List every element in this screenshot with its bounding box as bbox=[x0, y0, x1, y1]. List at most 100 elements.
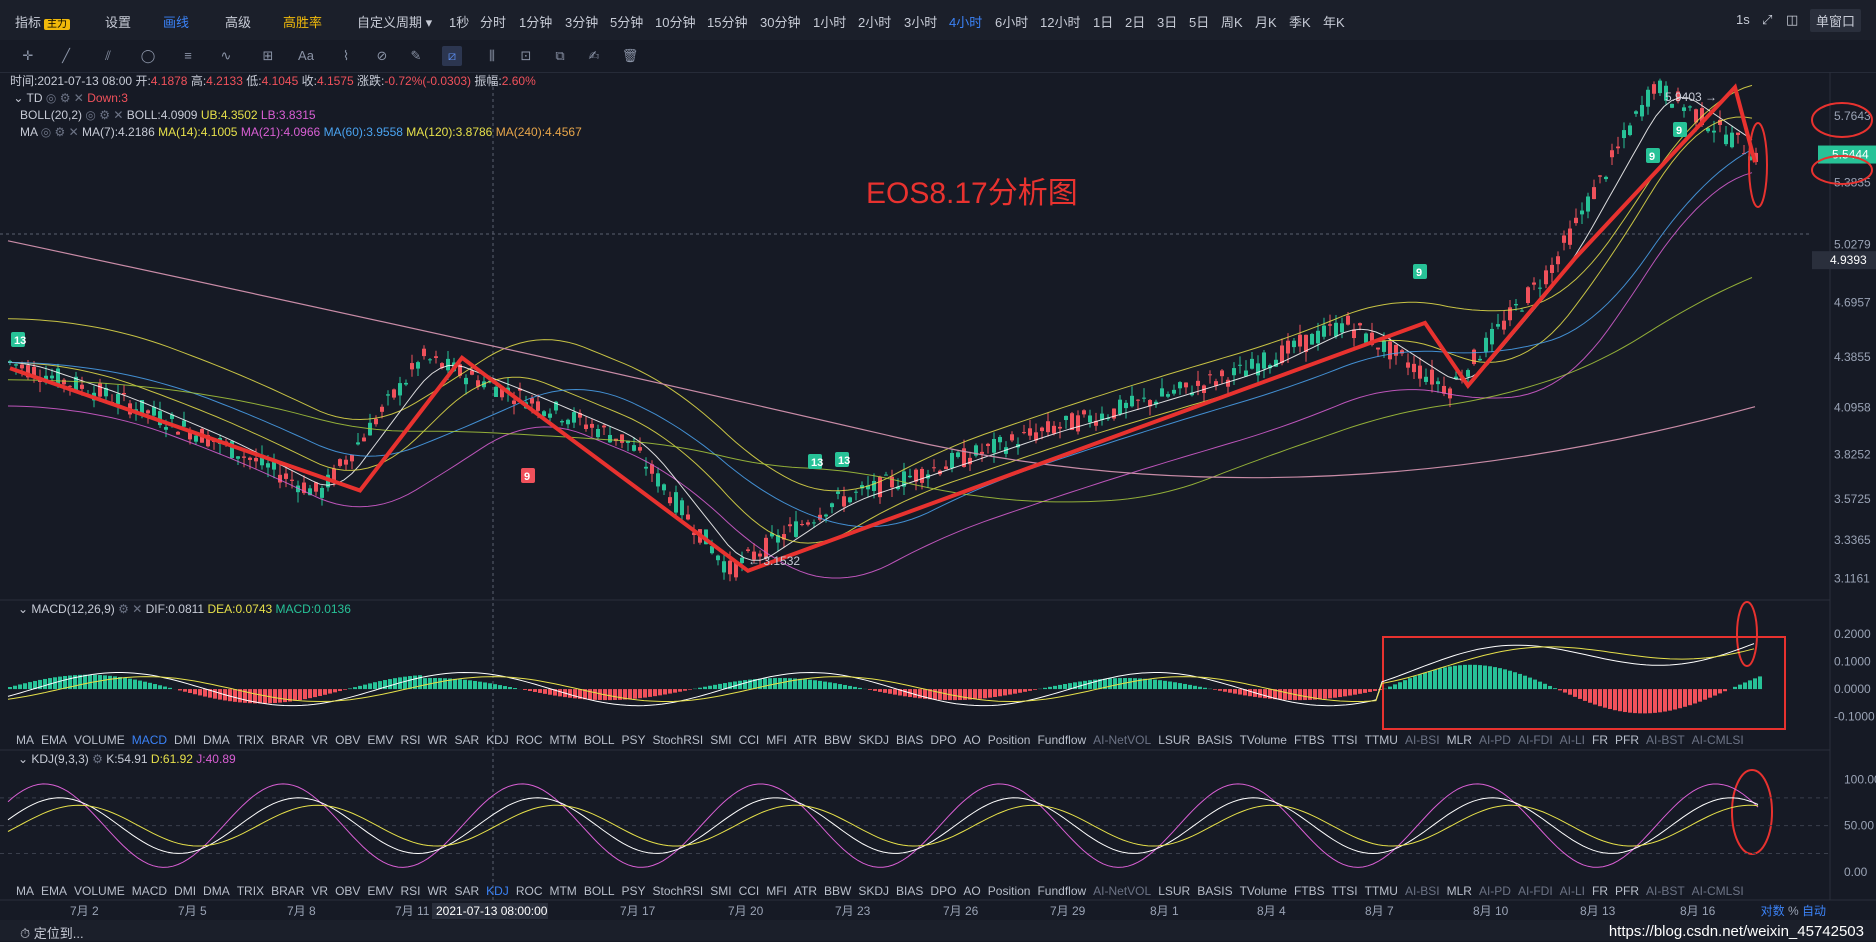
indicator-tab[interactable]: MFI bbox=[766, 733, 787, 747]
ma-name[interactable]: MA bbox=[20, 125, 37, 139]
indicator-tab[interactable]: MLR bbox=[1447, 733, 1472, 747]
indicator-tab[interactable]: RSI bbox=[400, 733, 420, 747]
indicator-tab[interactable]: WR bbox=[427, 884, 447, 898]
indicator-tab[interactable]: BIAS bbox=[896, 884, 923, 898]
macd-name[interactable]: MACD(12,26,9) bbox=[31, 602, 114, 616]
indicator-tab[interactable]: TTSI bbox=[1332, 884, 1358, 898]
indicator-tab[interactable]: FR bbox=[1592, 884, 1608, 898]
indicator-tab[interactable]: AI-FDI bbox=[1518, 733, 1553, 747]
boll-name[interactable]: BOLL(20,2) bbox=[20, 108, 82, 122]
indicator-tab[interactable]: AI-LI bbox=[1560, 884, 1585, 898]
close-icon[interactable]: ✕ bbox=[69, 125, 79, 139]
indicator-tab[interactable]: AI-NetVOL bbox=[1093, 733, 1151, 747]
indicator-tab[interactable]: LSUR bbox=[1158, 733, 1190, 747]
indicator-tab[interactable]: VOLUME bbox=[74, 884, 125, 898]
indicator-tab[interactable]: ATR bbox=[794, 733, 817, 747]
indicator-tab[interactable]: MACD bbox=[132, 884, 167, 898]
indicator-tab[interactable]: TVolume bbox=[1240, 884, 1287, 898]
indicator-tab[interactable]: RSI bbox=[400, 884, 420, 898]
indicator-tab[interactable]: BRAR bbox=[271, 884, 304, 898]
indicator-tab[interactable]: EMA bbox=[41, 733, 67, 747]
indicator-tab[interactable]: SAR bbox=[454, 884, 479, 898]
indicator-tab[interactable]: PFR bbox=[1615, 733, 1639, 747]
indicator-tab[interactable]: AI-LI bbox=[1560, 733, 1585, 747]
chart-canvas[interactable]: 5.76435.54445.38355.02794.93934.69574.38… bbox=[0, 0, 1876, 941]
kdj-name[interactable]: KDJ(9,3,3) bbox=[31, 752, 88, 766]
indicator-tab[interactable]: AI-NetVOL bbox=[1093, 884, 1151, 898]
indicator-tab[interactable]: Position bbox=[988, 733, 1031, 747]
indicator-tab[interactable]: TRIX bbox=[237, 733, 264, 747]
close-icon[interactable]: ✕ bbox=[113, 108, 123, 122]
indicator-tab[interactable]: AI-FDI bbox=[1518, 884, 1553, 898]
indicator-tab[interactable]: AI-CMLSI bbox=[1692, 884, 1744, 898]
close-icon[interactable]: ✕ bbox=[132, 602, 142, 616]
indicator-tab[interactable]: EMV bbox=[367, 733, 393, 747]
indicator-tab[interactable]: SMI bbox=[710, 884, 731, 898]
indicator-tab[interactable]: DMA bbox=[203, 884, 230, 898]
indicator-tab[interactable]: PFR bbox=[1615, 884, 1639, 898]
indicator-tab[interactable]: VOLUME bbox=[74, 733, 125, 747]
indicator-tab[interactable]: BBW bbox=[824, 884, 851, 898]
indicator-tab[interactable]: TTSI bbox=[1332, 733, 1358, 747]
indicator-tab[interactable]: MACD bbox=[132, 733, 167, 747]
indicator-tab[interactable]: LSUR bbox=[1158, 884, 1190, 898]
indicator-tab[interactable]: BRAR bbox=[271, 733, 304, 747]
indicator-tab[interactable]: ROC bbox=[516, 733, 543, 747]
indicator-tab[interactable]: SKDJ bbox=[858, 884, 889, 898]
indicator-tab[interactable]: AI-BST bbox=[1646, 884, 1685, 898]
indicator-tab[interactable]: ATR bbox=[794, 884, 817, 898]
eye-icon[interactable]: ◎ bbox=[46, 91, 56, 105]
indicator-tab[interactable]: MLR bbox=[1447, 884, 1472, 898]
indicator-tab[interactable]: AO bbox=[963, 884, 980, 898]
td-name[interactable]: TD bbox=[27, 91, 43, 105]
indicator-tab[interactable]: EMA bbox=[41, 884, 67, 898]
indicator-tab[interactable]: FTBS bbox=[1294, 733, 1325, 747]
indicator-tab[interactable]: Fundflow bbox=[1037, 733, 1086, 747]
indicator-tab[interactable]: DMA bbox=[203, 733, 230, 747]
indicator-tab[interactable]: BIAS bbox=[896, 733, 923, 747]
indicator-tab[interactable]: AI-PD bbox=[1479, 884, 1511, 898]
indicator-tab[interactable]: MTM bbox=[549, 733, 576, 747]
indicator-tab[interactable]: DPO bbox=[930, 884, 956, 898]
eye-icon[interactable]: ◎ bbox=[85, 108, 95, 122]
percent-scale-button[interactable]: % bbox=[1788, 904, 1799, 918]
log-scale-button[interactable]: 对数 bbox=[1761, 904, 1785, 918]
indicator-tab[interactable]: VR bbox=[311, 884, 328, 898]
gear-icon[interactable]: ⚙ bbox=[55, 125, 66, 139]
indicator-tab[interactable]: MFI bbox=[766, 884, 787, 898]
indicator-tab[interactable]: TTMU bbox=[1365, 733, 1398, 747]
indicator-tab[interactable]: StochRSI bbox=[653, 884, 704, 898]
indicator-tab[interactable]: TVolume bbox=[1240, 733, 1287, 747]
indicator-tab[interactable]: PSY bbox=[622, 884, 646, 898]
gear-icon[interactable]: ⚙ bbox=[60, 91, 71, 105]
indicator-tab[interactable]: AI-BSI bbox=[1405, 733, 1440, 747]
gear-icon[interactable]: ⚙ bbox=[92, 752, 103, 766]
gear-icon[interactable]: ⚙ bbox=[99, 108, 110, 122]
indicator-tab[interactable]: DPO bbox=[930, 733, 956, 747]
indicator-tab[interactable]: CCI bbox=[739, 733, 760, 747]
indicator-tab[interactable]: MA bbox=[16, 733, 34, 747]
indicator-tab[interactable]: AI-PD bbox=[1479, 733, 1511, 747]
indicator-tab[interactable]: BOLL bbox=[584, 733, 615, 747]
indicator-tab[interactable]: SKDJ bbox=[858, 733, 889, 747]
indicator-tab[interactable]: DMI bbox=[174, 884, 196, 898]
eye-icon[interactable]: ◎ bbox=[41, 125, 51, 139]
indicator-tab[interactable]: BBW bbox=[824, 733, 851, 747]
indicator-tab[interactable]: ROC bbox=[516, 884, 543, 898]
locate-button[interactable]: ⏱ 定位到... bbox=[20, 923, 84, 942]
indicator-tab[interactable]: FR bbox=[1592, 733, 1608, 747]
indicator-tab[interactable]: MA bbox=[16, 884, 34, 898]
indicator-tab[interactable]: Fundflow bbox=[1037, 884, 1086, 898]
auto-scale-button[interactable]: 自动 bbox=[1802, 904, 1826, 918]
indicator-tab[interactable]: SAR bbox=[454, 733, 479, 747]
indicator-tab[interactable]: AI-BSI bbox=[1405, 884, 1440, 898]
indicator-tab[interactable]: BASIS bbox=[1197, 733, 1232, 747]
indicator-tab[interactable]: AI-CMLSI bbox=[1692, 733, 1744, 747]
indicator-tab[interactable]: BOLL bbox=[584, 884, 615, 898]
indicator-tab[interactable]: SMI bbox=[710, 733, 731, 747]
indicator-tab[interactable]: Position bbox=[988, 884, 1031, 898]
indicator-tab[interactable]: OBV bbox=[335, 884, 360, 898]
indicator-tab[interactable]: MTM bbox=[549, 884, 576, 898]
indicator-tab[interactable]: WR bbox=[427, 733, 447, 747]
indicator-tab[interactable]: StochRSI bbox=[653, 733, 704, 747]
